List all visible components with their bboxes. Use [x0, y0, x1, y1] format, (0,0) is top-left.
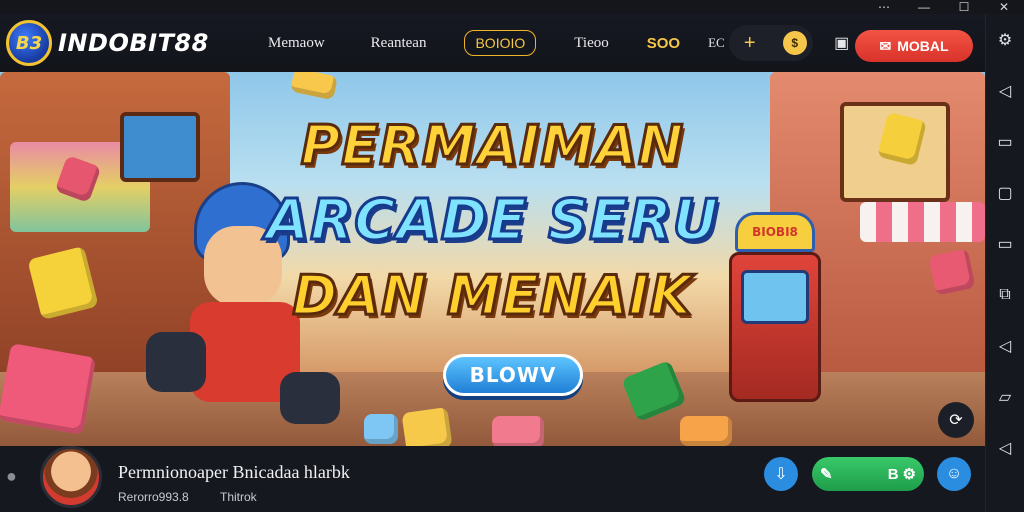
gallery-icon[interactable]: ▣: [827, 28, 857, 58]
app-window: ⋯ — ☐ ✕ B3 INDOBIT88 Memaow Reantean BOI…: [0, 0, 1024, 512]
game-meta-2: Thitrok: [220, 490, 257, 504]
window-controls: ⋯ — ☐ ✕: [864, 0, 1024, 14]
volume-icon[interactable]: ◁: [986, 320, 1024, 371]
brand-name: INDOBIT88: [58, 29, 209, 57]
nav-item-2[interactable]: Tieoo: [574, 35, 608, 52]
knee-pad: [146, 332, 206, 392]
layout-icon[interactable]: ▭: [986, 218, 1024, 269]
gift-icon: ✉: [879, 37, 892, 54]
cabinet-screen: [741, 270, 809, 324]
gamepad-icon[interactable]: ✎: [820, 465, 833, 483]
gear-icon[interactable]: ⚙: [903, 465, 916, 483]
more-icon[interactable]: ⋯: [864, 0, 904, 14]
folder-icon[interactable]: ▱: [986, 371, 1024, 422]
sound-icon[interactable]: ◁: [986, 65, 1024, 116]
nav-item-0[interactable]: Memaow: [268, 35, 325, 52]
nav-icon-group: + $: [728, 25, 813, 61]
top-nav-bar: B3 INDOBIT88 Memaow Reantean BOIOIO Tieo…: [0, 14, 985, 72]
bottom-bar: ● Permnionoaper Bnicadaa hlarbk Rerorro9…: [0, 446, 985, 512]
coin-icon[interactable]: $: [782, 31, 807, 55]
user-icon[interactable]: ●: [6, 466, 28, 490]
pill-text: B: [887, 465, 899, 483]
arcade-cabinet: BIOBI8: [715, 212, 825, 402]
game-title: Permnionoaper Bnicadaa hlarbk: [118, 462, 350, 482]
login-button[interactable]: ✉ MOBAL: [855, 30, 973, 62]
nav-gold-item[interactable]: SOO: [647, 35, 680, 52]
login-button-label: MOBAL: [897, 38, 949, 54]
screen-icon[interactable]: ▢: [986, 167, 1024, 218]
hero-banner: PERMAIMAN ARCADE SERU DAN MENAIK BIOBI8 …: [0, 72, 985, 446]
cabinet-marquee: BIOBI8: [735, 212, 815, 252]
right-sidebar: ⚙ ◁ ▭ ▢ ▭ ⧉ ◁ ▱ ◁: [985, 14, 1024, 512]
nav-pill-tab[interactable]: BOIOIO: [464, 30, 537, 56]
logo-badge-icon: B3: [6, 20, 52, 66]
window-icon[interactable]: ▭: [986, 116, 1024, 167]
settings-icon[interactable]: ⚙: [986, 14, 1024, 65]
main-nav: Memaow Reantean BOIOIO Tieoo SOO EC + $ …: [246, 14, 857, 72]
nav-extra-item[interactable]: EC: [708, 35, 725, 51]
maximize-icon[interactable]: ☐: [944, 0, 984, 14]
hero-title-line-3: DAN MENAIK: [291, 263, 693, 329]
back-icon[interactable]: ◁: [986, 422, 1024, 473]
brand-logo[interactable]: B3 INDOBIT88: [6, 20, 246, 66]
play-controls-pill[interactable]: ✎ B ⚙: [812, 457, 924, 491]
pill-right: B ⚙: [887, 465, 916, 484]
plus-icon[interactable]: +: [735, 28, 765, 58]
close-icon[interactable]: ✕: [984, 0, 1024, 14]
boot: [280, 372, 340, 424]
hero-title-line-2: ARCADE SERU: [264, 187, 720, 255]
floating-tile: [0, 343, 97, 435]
hero-title-line-1: PERMAIMAN: [299, 113, 685, 179]
rotate-icon[interactable]: ⟳: [938, 402, 974, 438]
nav-separator: [765, 28, 783, 58]
avatar[interactable]: [40, 446, 102, 508]
game-meta-1: Rerorro993.8: [118, 490, 189, 504]
floating-tile: [492, 416, 544, 446]
minimize-icon[interactable]: —: [904, 0, 944, 14]
download-icon[interactable]: ⇩: [764, 457, 798, 491]
hero-play-button[interactable]: BLOWV: [443, 354, 583, 396]
floating-tile: [364, 414, 398, 444]
floating-tile: [401, 406, 453, 446]
discord-icon[interactable]: ☺: [937, 457, 971, 491]
floating-tile: [680, 416, 732, 446]
floating-tile: [289, 72, 339, 101]
nav-item-1[interactable]: Reantean: [371, 35, 427, 52]
screenshot-icon[interactable]: ⧉: [986, 269, 1024, 320]
